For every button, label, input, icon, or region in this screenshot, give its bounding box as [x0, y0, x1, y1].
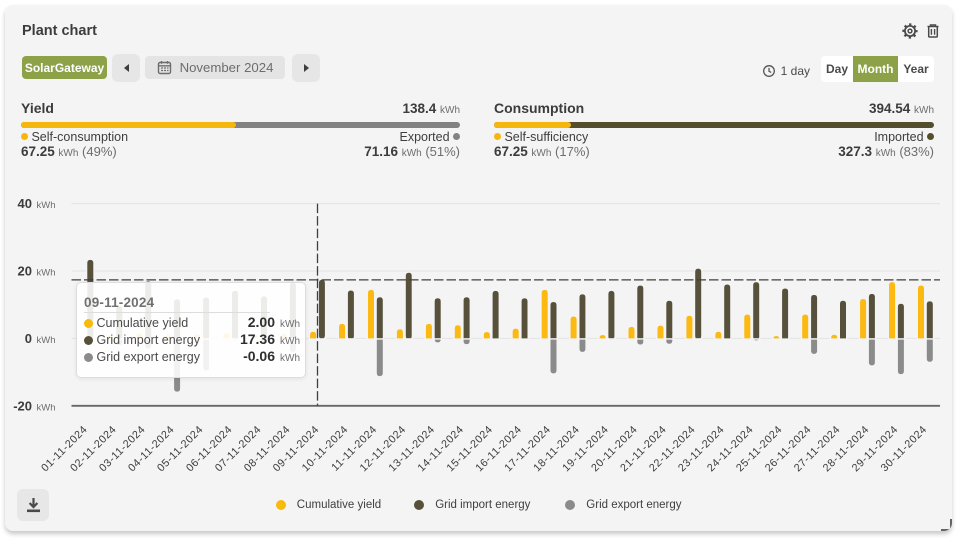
svg-text:20: 20 — [18, 264, 32, 279]
svg-text:-20: -20 — [13, 398, 32, 413]
svg-text:0: 0 — [25, 331, 32, 346]
svg-text:kWh: kWh — [37, 335, 56, 346]
svg-text:kWh: kWh — [37, 402, 56, 413]
svg-text:kWh: kWh — [37, 268, 56, 279]
svg-text:40: 40 — [18, 196, 32, 211]
svg-text:kWh: kWh — [37, 200, 56, 211]
